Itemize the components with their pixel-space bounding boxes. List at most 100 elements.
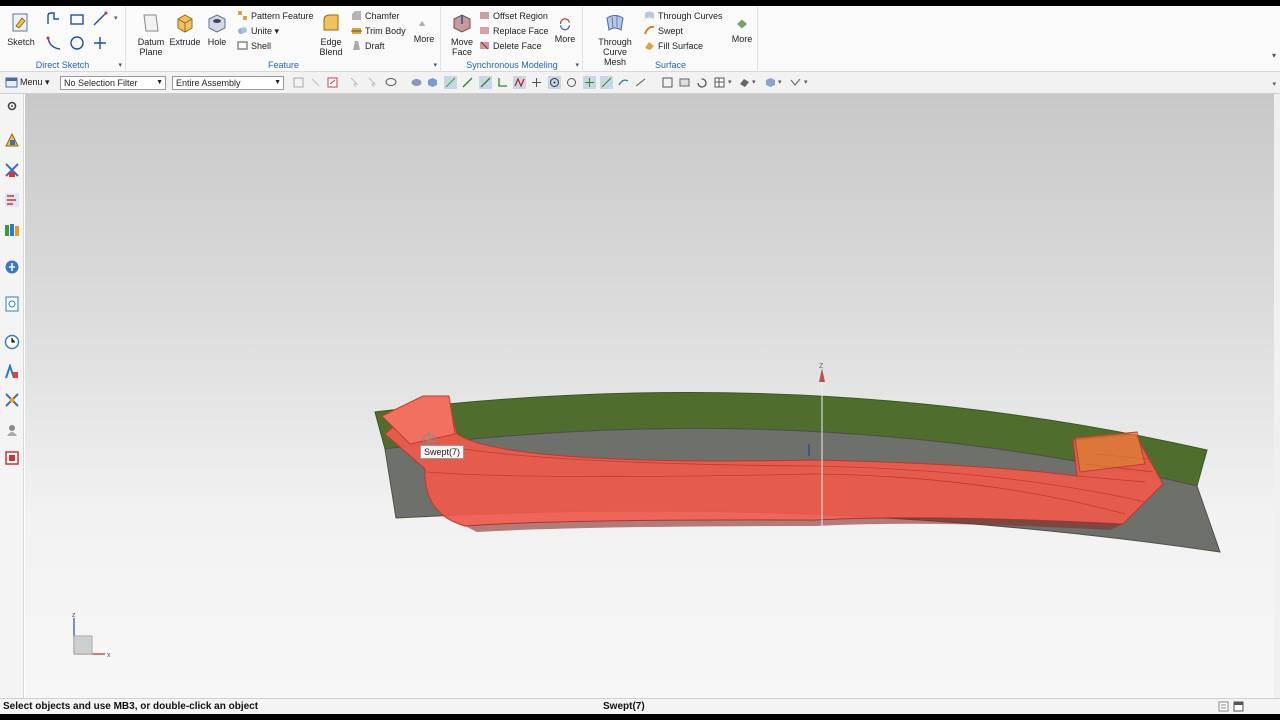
- datum-z-arrow: [819, 368, 825, 382]
- select-type-icon[interactable]: [326, 76, 339, 89]
- group-dropdown-direct-sketch[interactable]: ▾: [118, 61, 122, 69]
- assembly-navigator-icon[interactable]: [4, 132, 20, 148]
- snap-existing-point-icon[interactable]: [583, 76, 596, 89]
- cube-view-icon[interactable]: [426, 76, 439, 89]
- profile-icon[interactable]: [45, 10, 63, 28]
- snap-on-face-icon[interactable]: [617, 76, 630, 89]
- surface-more-button[interactable]: More: [727, 10, 757, 44]
- graphics-viewport[interactable]: Z z x Swept(7): [25, 94, 1274, 698]
- draft-button[interactable]: Draft: [351, 39, 385, 53]
- offset-region-icon: [480, 12, 489, 19]
- cmdbar-options-arrow[interactable]: ▾: [1272, 80, 1276, 88]
- fill-surface-icon: [645, 42, 654, 50]
- sketch-more-arrow[interactable]: ▾: [114, 14, 118, 22]
- pattern-feature-button[interactable]: Pattern Feature: [237, 9, 314, 23]
- extrude-icon: [177, 14, 193, 33]
- snap-on-curve-icon[interactable]: [600, 76, 613, 89]
- snap-bounded-grid-icon[interactable]: [634, 76, 647, 89]
- work-layer-dropdown[interactable]: ▾: [804, 78, 808, 86]
- web-browser-icon[interactable]: [4, 259, 20, 275]
- system-scenes-icon[interactable]: [4, 422, 20, 438]
- roles-icon[interactable]: [4, 392, 20, 408]
- status-window-icon[interactable]: [1233, 701, 1244, 712]
- group-label-synchronous: Synchronous Modeling: [466, 60, 558, 70]
- menu-button[interactable]: Menu ▾: [20, 77, 50, 88]
- model-canvas[interactable]: Z z x: [25, 94, 1274, 698]
- replace-face-button[interactable]: Replace Face: [479, 24, 549, 38]
- delete-face-button[interactable]: Delete Face: [479, 39, 542, 53]
- part-navigator-icon[interactable]: [4, 192, 20, 208]
- zoom-icon[interactable]: [678, 76, 691, 89]
- delete-face-icon: [480, 41, 489, 50]
- snap-quadrant-icon[interactable]: [565, 76, 578, 89]
- line-icon[interactable]: [91, 10, 109, 28]
- snap-grid-icon[interactable]: [444, 76, 457, 89]
- edge-blend-button[interactable]: Edge Blend: [314, 10, 348, 57]
- snap-point-icon[interactable]: [530, 76, 543, 89]
- group-dropdown-synchronous[interactable]: ▾: [575, 61, 579, 69]
- extrude-button[interactable]: Extrude: [168, 10, 202, 47]
- work-layer-icon[interactable]: [789, 76, 802, 89]
- swept-button[interactable]: Swept: [644, 24, 683, 38]
- view-fit-icon[interactable]: [661, 76, 674, 89]
- history-icon[interactable]: [4, 296, 20, 312]
- orient-view-icon[interactable]: [713, 76, 726, 89]
- ribbon-options-arrow[interactable]: ▾: [1272, 51, 1276, 60]
- show-icon[interactable]: [410, 76, 423, 89]
- reuse-library-icon[interactable]: [4, 222, 20, 238]
- snap-midpoint-icon[interactable]: [479, 76, 492, 89]
- snap-control-point-icon[interactable]: [496, 76, 509, 89]
- sketch-icon: [12, 13, 28, 32]
- selection-scope-dropdown[interactable]: Entire Assembly ▼: [172, 76, 284, 90]
- orient-dropdown[interactable]: ▾: [728, 78, 732, 86]
- trim-body-icon: [351, 28, 362, 34]
- rotate-icon[interactable]: [695, 76, 708, 89]
- render-style-icon[interactable]: [738, 76, 751, 89]
- select-all-icon[interactable]: [292, 76, 305, 89]
- unite-icon: [238, 27, 247, 34]
- lasso-icon[interactable]: [384, 76, 397, 89]
- hd3d-tools-icon[interactable]: [4, 450, 20, 466]
- chamfer-button[interactable]: Chamfer: [351, 9, 400, 23]
- move-face-button[interactable]: Move Face: [445, 10, 479, 57]
- group-dropdown-feature[interactable]: ▾: [433, 61, 437, 69]
- rectangle-icon[interactable]: [68, 10, 86, 28]
- snap-center-icon[interactable]: [548, 76, 561, 89]
- trim-body-button[interactable]: Trim Body: [351, 24, 406, 38]
- datum-plane-button[interactable]: Datum Plane: [134, 10, 168, 57]
- snap-endpoint-icon[interactable]: [461, 76, 474, 89]
- shell-button[interactable]: Shell: [237, 39, 271, 53]
- circle-icon[interactable]: [68, 34, 86, 52]
- edge-blend-icon: [323, 14, 339, 31]
- constraint-navigator-icon[interactable]: [4, 162, 20, 178]
- point-icon[interactable]: [91, 34, 109, 52]
- synchronous-more-button[interactable]: More: [550, 10, 580, 44]
- feature-more-button[interactable]: More: [409, 10, 439, 44]
- unite-button[interactable]: Unite ▾: [237, 24, 279, 38]
- clock-icon[interactable]: [4, 334, 20, 350]
- view-triad[interactable]: z x: [72, 612, 111, 659]
- snap-intersection-icon[interactable]: [513, 76, 526, 89]
- gear-icon[interactable]: [6, 100, 18, 112]
- status-list-icon[interactable]: [1218, 701, 1229, 712]
- sketch-button[interactable]: Sketch: [4, 10, 38, 47]
- datum-z-label: Z: [819, 363, 824, 370]
- through-curve-mesh-button[interactable]: Through Curve Mesh: [591, 10, 639, 67]
- background-dropdown[interactable]: ▾: [778, 78, 782, 86]
- status-bar: Select objects and use MB3, or double-cl…: [0, 698, 1280, 714]
- arc-icon[interactable]: [45, 34, 63, 52]
- swept-icon: [644, 25, 655, 35]
- background-icon[interactable]: [764, 76, 777, 89]
- offset-region-button[interactable]: Offset Region: [479, 9, 548, 23]
- arrow-select-icon[interactable]: [348, 76, 361, 89]
- fill-surface-button[interactable]: Fill Surface: [644, 39, 703, 53]
- through-curves-button[interactable]: Through Curves: [644, 9, 723, 23]
- hole-button[interactable]: Hole: [200, 10, 234, 47]
- process-studio-icon[interactable]: [4, 364, 20, 380]
- deselect-icon[interactable]: [309, 76, 322, 89]
- chevron-down-icon: ▼: [274, 79, 281, 86]
- group-direct-sketch: Sketch ▾ Direct Sketch ▾: [0, 6, 126, 72]
- arrow-select-2-icon[interactable]: [366, 76, 379, 89]
- selection-filter-dropdown[interactable]: No Selection Filter ▼: [60, 76, 166, 90]
- render-style-dropdown[interactable]: ▾: [752, 78, 756, 86]
